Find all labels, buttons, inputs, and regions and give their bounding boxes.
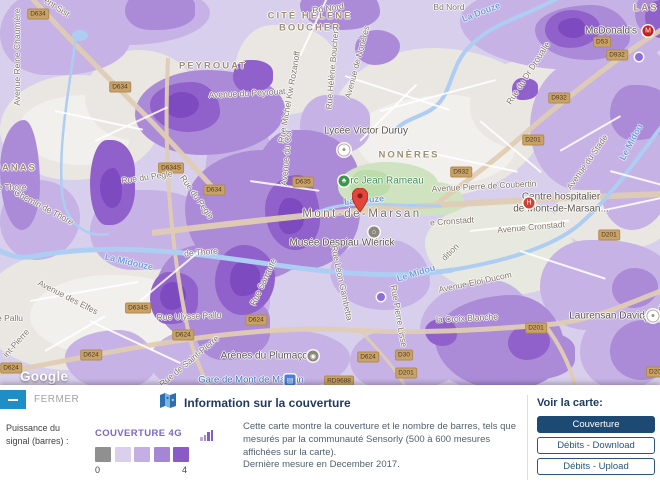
map-info-icon <box>160 393 176 413</box>
map-label-poi2: Arènes du Plumaçon <box>221 351 314 362</box>
road-shield: D624 <box>0 363 22 374</box>
map-label-poi: Musée Despiau Wlérick <box>289 238 394 249</box>
legend-min-label: 0 <box>95 465 100 475</box>
coverage-map[interactable]: Google CITÉ HÉLÈNEBOUCHERPEYROUATNONÈRES… <box>0 0 660 385</box>
train-icon: ▤ <box>285 375 296 386</box>
road-shield: D932 <box>606 50 628 61</box>
road-shield: D201 <box>525 323 547 334</box>
info-panel-body: Cette carte montre la couverture et le n… <box>243 421 517 472</box>
info-panel-title: Information sur la couverture <box>184 396 351 410</box>
road-shield: D634S <box>125 303 151 314</box>
road-shield: D932 <box>450 167 472 178</box>
collapse-panel-label: FERMER <box>34 394 79 405</box>
road-shield: D201 <box>598 230 620 241</box>
map-label-area: UANAS <box>0 163 37 174</box>
legend-swatch-0 <box>95 447 111 462</box>
map-label-area: LAS <box>634 3 659 14</box>
couverture-button[interactable]: Couverture <box>537 416 655 433</box>
road-shield: D634 <box>27 9 49 20</box>
legend-swatch-4 <box>173 447 189 462</box>
panel-divider <box>527 395 528 480</box>
dot-poi <box>635 53 643 61</box>
road-shield: D30 <box>395 350 413 361</box>
road-shield: RD9688 <box>324 376 354 386</box>
road-shield: D201 <box>395 368 417 379</box>
park-icon: ♣ <box>339 176 350 187</box>
map-label-street: e Thore <box>0 182 27 192</box>
debits-upload-button[interactable]: Débits - Upload <box>537 458 655 475</box>
road-shield: D634 <box>203 185 225 196</box>
legend-max-label: 4 <box>182 465 187 475</box>
coverage-app: Google CITÉ HÉLÈNEBOUCHERPEYROUATNONÈRES… <box>0 0 660 488</box>
map-marker <box>352 188 368 212</box>
legend-swatch-1 <box>115 447 131 462</box>
map-label-park: Parc Jean Rameau <box>338 176 424 187</box>
school-icon: ● <box>338 144 351 157</box>
road-shield: D20 <box>646 367 660 378</box>
road-shield: D201 <box>522 135 544 146</box>
legend-swatch-3 <box>154 447 170 462</box>
sidebar-title: Voir la carte: <box>537 397 655 409</box>
map-label-street: e Pallu <box>0 313 23 323</box>
map-label-poi2: McDonald's <box>585 26 637 37</box>
hospital-icon: H <box>524 198 535 209</box>
signal-bars-icon <box>200 430 213 441</box>
info-last-measure: Dernière mesure en December 2017. <box>243 459 517 472</box>
arena-icon: ◉ <box>308 351 319 362</box>
dot-poi <box>377 293 385 301</box>
road-shield: D932 <box>548 93 570 104</box>
mcdonalds-icon: M <box>643 26 654 37</box>
road-shield: D624 <box>80 350 102 361</box>
map-view-switcher: Voir la carte: Couverture Débits - Downlo… <box>537 397 655 479</box>
map-label-poi2: Laurensan David <box>569 311 645 322</box>
map-label-street: Bd Nord <box>433 2 464 12</box>
minus-icon <box>8 399 18 401</box>
museum-icon: ⌂ <box>369 227 380 238</box>
map-label-area: CITÉ HÉLÈNE <box>268 11 353 22</box>
road-shield: D624 <box>357 352 379 363</box>
road-shield: D53 <box>593 37 611 48</box>
legend-title: COUVERTURE 4G <box>95 428 182 439</box>
map-label-street: Avenue Reine Chaumière <box>12 8 22 105</box>
legend-swatches <box>95 447 213 462</box>
coverage-legend: COUVERTURE 4G 0 4 <box>95 423 213 475</box>
signal-strength-label: Puissance du signal (barres) : <box>6 422 78 447</box>
map-label-area: PEYROUAT <box>179 61 247 72</box>
collapse-panel-button[interactable] <box>0 390 26 409</box>
debits-download-button[interactable]: Débits - Download <box>537 437 655 454</box>
road-shield: D635 <box>292 177 314 188</box>
road-shield: D624 <box>172 330 194 341</box>
map-label-poi: Lycée Victor Duruy <box>324 126 408 137</box>
map-label-area: NONÈRES <box>379 150 440 161</box>
road-shield: D634 <box>109 82 131 93</box>
google-logo[interactable]: Google <box>20 369 68 384</box>
info-body-text: Cette carte montre la couverture et le n… <box>243 421 517 459</box>
road-shield: D624 <box>245 315 267 326</box>
info-panel: FERMER Puissance du signal (barres) : CO… <box>0 385 660 488</box>
generic-poi-icon: ● <box>647 310 660 323</box>
legend-swatch-2 <box>134 447 150 462</box>
